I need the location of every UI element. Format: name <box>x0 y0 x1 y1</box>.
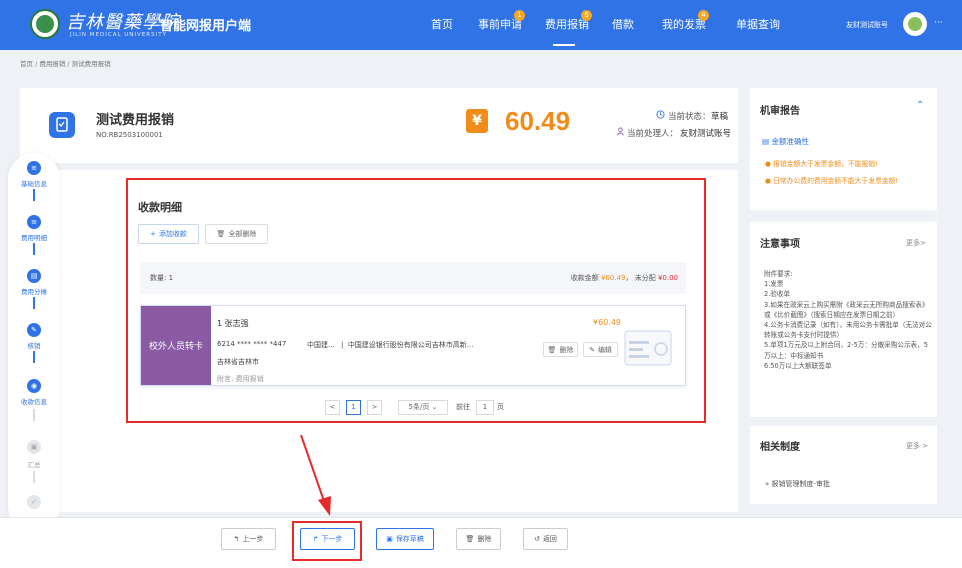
step-payee-info[interactable]: 收款信息 <box>8 396 60 406</box>
amount-icon: ¥ <box>466 109 488 133</box>
page-title: 测试费用报销 <box>96 113 175 128</box>
save-icon: ▣ <box>386 535 393 543</box>
nav-item-document-query[interactable]: 单据查询 <box>736 0 780 50</box>
audit-warning-2: ● 日常办公费的费用金额不能大于发票金额! <box>765 177 899 185</box>
delete-button[interactable]: 🗑 删除 <box>456 528 501 550</box>
step-connector <box>33 189 35 201</box>
trash-icon: 🗑 <box>465 535 475 543</box>
brand-name-en: JILIN MEDICAL UNIVERSITY <box>70 32 167 38</box>
audit-accuracy-subtitle: ▤ 金额准确性 <box>762 137 809 146</box>
status-value: 草稿 <box>711 112 729 122</box>
app-title: 智能网报用户端 <box>160 19 252 34</box>
step-expense-detail[interactable]: 费用明细 <box>8 232 60 242</box>
notice-title: 注意事项 <box>760 239 800 250</box>
status-clock-icon <box>656 110 665 122</box>
breadcrumb: 首页 / 费用报销 / 测试费用报销 <box>20 60 111 68</box>
status-label: 当前状态： <box>668 112 711 122</box>
annotation-arrow-icon <box>300 434 331 516</box>
return-button[interactable]: ↺ 返回 <box>523 528 568 550</box>
step-allocation[interactable]: 费用分摊 <box>8 286 60 296</box>
payee-step-icon[interactable]: ◉ <box>27 379 41 393</box>
step-summary[interactable]: 汇总 <box>8 459 60 469</box>
notice-content: 附件要求: 1.发票 2.验收单 3.如果在政采云上购买需附《政采云无所购商品搜… <box>764 270 932 370</box>
document-number: NO.RB2503100001 <box>96 131 163 139</box>
allocation-step-icon[interactable]: ▤ <box>27 269 41 283</box>
nav-item-home[interactable]: 首页 <box>431 0 453 50</box>
avatar[interactable] <box>903 12 927 36</box>
step-connector <box>33 471 35 483</box>
top-navigation-bar: 吉林醫藥學院 JILIN MEDICAL UNIVERSITY 智能网报用户端 … <box>0 0 962 50</box>
summary-step-icon[interactable]: ▣ <box>27 440 41 454</box>
nav-badge-invoices: 4 <box>698 10 709 21</box>
nav-item-pre-application[interactable]: 事前申请 <box>478 0 522 50</box>
policy-more-link[interactable]: 更多 > <box>906 441 928 451</box>
nav-item-expense-reimbursement[interactable]: 费用报销 <box>545 0 589 50</box>
complete-step-icon[interactable]: ✓ <box>27 495 41 509</box>
step-connector <box>33 243 35 255</box>
notice-more-link[interactable]: 更多> <box>906 238 926 248</box>
verification-step-icon[interactable]: ✎ <box>27 323 41 337</box>
policy-title: 相关制度 <box>760 442 800 453</box>
step-connector <box>33 297 35 309</box>
audit-warning-1: ● 报销金额大于发票金额，不能报销! <box>765 160 878 168</box>
collapse-chevron-icon[interactable]: ⌃ <box>916 100 924 111</box>
handler-value: 友财测试账号 <box>680 129 732 139</box>
policy-item[interactable]: » 报销管理制度-审批 <box>765 479 830 489</box>
step-navigator: ≡ 基础信息 ≡ 费用明细 ▤ 费用分摊 ✎ 核销 ◉ 收款信息 ▣ 汇总 ✓ … <box>8 153 60 533</box>
nav-active-indicator <box>553 44 575 46</box>
step-connector <box>33 409 35 421</box>
nav-item-loan[interactable]: 借款 <box>612 0 634 50</box>
nav-badge-pre-application: 1 <box>514 10 525 21</box>
handler-label: 当前处理人： <box>627 129 679 139</box>
audit-report-title: 机审报告 <box>760 106 800 117</box>
previous-step-button[interactable]: ↰ 上一步 <box>221 528 276 550</box>
save-draft-button[interactable]: ▣ 保存草稿 <box>376 528 434 550</box>
expense-detail-step-icon[interactable]: ≡ <box>27 215 41 229</box>
university-logo <box>30 9 60 39</box>
back-arrow-icon: ↰ <box>233 535 240 543</box>
handler-icon <box>616 127 625 139</box>
nav-item-my-invoices[interactable]: 我的发票 <box>662 0 706 50</box>
nav-badge-expense: 6 <box>581 10 592 21</box>
step-connector <box>33 351 35 363</box>
step-verification[interactable]: 核销 <box>8 340 60 350</box>
highlight-box-next-button <box>292 521 362 561</box>
step-basic-info[interactable]: 基础信息 <box>8 178 60 188</box>
basic-info-step-icon[interactable]: ≡ <box>27 161 41 175</box>
total-amount: 60.49 <box>505 106 571 136</box>
user-name[interactable]: 友财测试账号 <box>846 20 888 30</box>
document-icon <box>49 112 75 138</box>
more-icon[interactable]: ··· <box>934 18 943 28</box>
highlight-box-payee-section <box>126 178 706 423</box>
return-arrow-icon: ↺ <box>534 535 540 543</box>
